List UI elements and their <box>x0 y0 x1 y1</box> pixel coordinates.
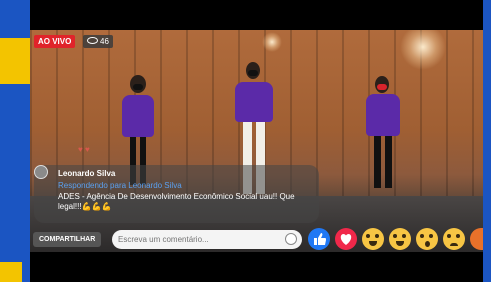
like-reaction-icon[interactable] <box>308 228 330 250</box>
comment-emoji: 💪💪💪 <box>81 202 112 211</box>
comment-author[interactable]: Leonardo Silva <box>58 169 115 178</box>
wow-reaction-icon[interactable] <box>416 228 438 250</box>
viewer-count: 46 <box>83 35 113 48</box>
comment-input[interactable] <box>112 230 302 249</box>
love-reaction-icon[interactable] <box>335 228 357 250</box>
sad-reaction-icon[interactable] <box>443 228 465 250</box>
floating-reactions: ♥ ♥ <box>78 145 90 154</box>
avatar[interactable] <box>34 165 48 179</box>
live-badge: AO VIVO <box>34 35 76 48</box>
brand-stripe <box>0 38 30 84</box>
ceiling-light <box>262 32 282 52</box>
emoji-picker-icon[interactable] <box>285 233 297 245</box>
brand-stripe <box>0 262 22 282</box>
brand-frame-right <box>483 0 491 282</box>
comment-reply-context[interactable]: Respondendo para Leonardo Silva <box>58 181 182 190</box>
ceiling-light <box>400 30 446 70</box>
eye-icon <box>87 37 98 45</box>
brand-frame-left <box>0 0 30 282</box>
comment-text: ADES - Agência De Desenvolvimento Econôm… <box>58 192 316 212</box>
care-reaction-icon[interactable] <box>362 228 384 250</box>
haha-reaction-icon[interactable] <box>389 228 411 250</box>
viewer-count-value: 46 <box>100 37 109 46</box>
share-button[interactable]: COMPARTILHAR <box>33 232 102 247</box>
